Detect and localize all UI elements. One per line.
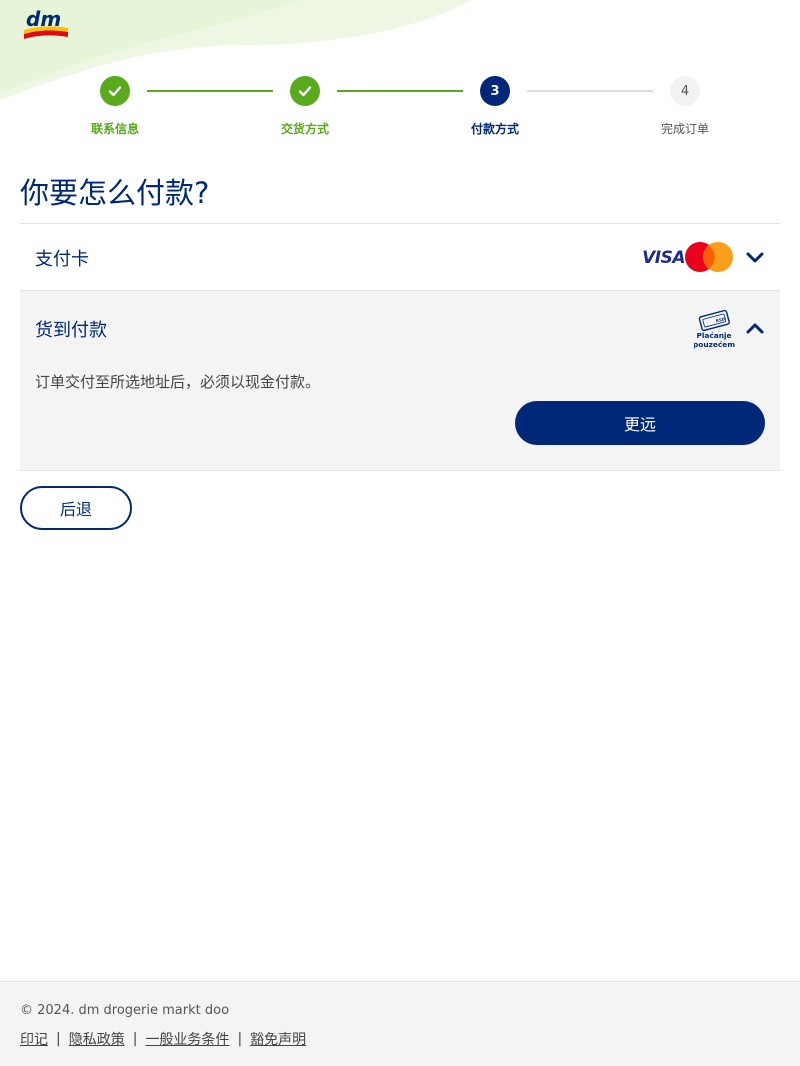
footer: © 2024. dm drogerie markt doo 印记 | 隐私政策 …: [0, 981, 800, 1066]
chevron-up-icon[interactable]: [745, 319, 765, 339]
step-contact-info[interactable]: 联系信息: [55, 70, 175, 137]
payment-option-cash-on-delivery[interactable]: 货到付款 RSD Plaćanje pouzećem 订单交付至所选地址后，必须…: [20, 290, 780, 471]
cash-on-delivery-icon: RSD Plaćanje pouzećem: [694, 309, 735, 349]
dm-logo[interactable]: dm: [22, 8, 72, 42]
step-number: 4: [670, 76, 700, 106]
page-title: 你要怎么付款?: [20, 176, 210, 210]
footer-link-terms[interactable]: 一般业务条件: [145, 1029, 229, 1049]
chevron-down-icon[interactable]: [745, 247, 765, 267]
footer-link-imprint[interactable]: 印记: [20, 1029, 48, 1049]
step-label: 完成订单: [660, 122, 709, 136]
check-icon: [290, 76, 320, 106]
footer-link-privacy[interactable]: 隐私政策: [69, 1029, 125, 1049]
svg-text:pouzećem: pouzećem: [694, 340, 735, 349]
step-label: 交货方式: [280, 122, 329, 136]
step-delivery-method[interactable]: 交货方式: [245, 70, 365, 137]
check-icon: [100, 76, 130, 106]
footer-link-disclaimer[interactable]: 豁免声明: [250, 1029, 306, 1049]
footer-links: 印记 | 隐私政策 | 一般业务条件 | 豁免声明: [20, 1029, 306, 1049]
step-complete-order: 4 完成订单: [625, 70, 745, 137]
option-title: 货到付款: [35, 320, 107, 341]
step-label: 联系信息: [90, 122, 139, 136]
step-payment-method: 3 付款方式: [435, 70, 555, 137]
step-number: 3: [480, 76, 510, 106]
back-button[interactable]: 后退: [20, 486, 132, 530]
footer-separator: |: [237, 1031, 243, 1047]
visa-logo: VISA: [642, 248, 685, 268]
step-label: 付款方式: [470, 122, 519, 136]
payment-option-card[interactable]: 支付卡 VISA: [20, 223, 780, 291]
mastercard-icon: [685, 242, 733, 272]
option-title: 支付卡: [35, 249, 89, 270]
svg-text:Plaćanje: Plaćanje: [696, 331, 731, 340]
footer-separator: |: [56, 1031, 61, 1047]
continue-button[interactable]: 更远: [515, 401, 765, 445]
option-description: 订单交付至所选地址后，必须以现金付款。: [35, 373, 321, 391]
footer-separator: |: [132, 1031, 138, 1047]
copyright-text: © 2024. dm drogerie markt doo: [20, 1003, 230, 1018]
checkout-stepper: 联系信息 交货方式 3 付款方式 4 完成订单: [0, 70, 800, 140]
